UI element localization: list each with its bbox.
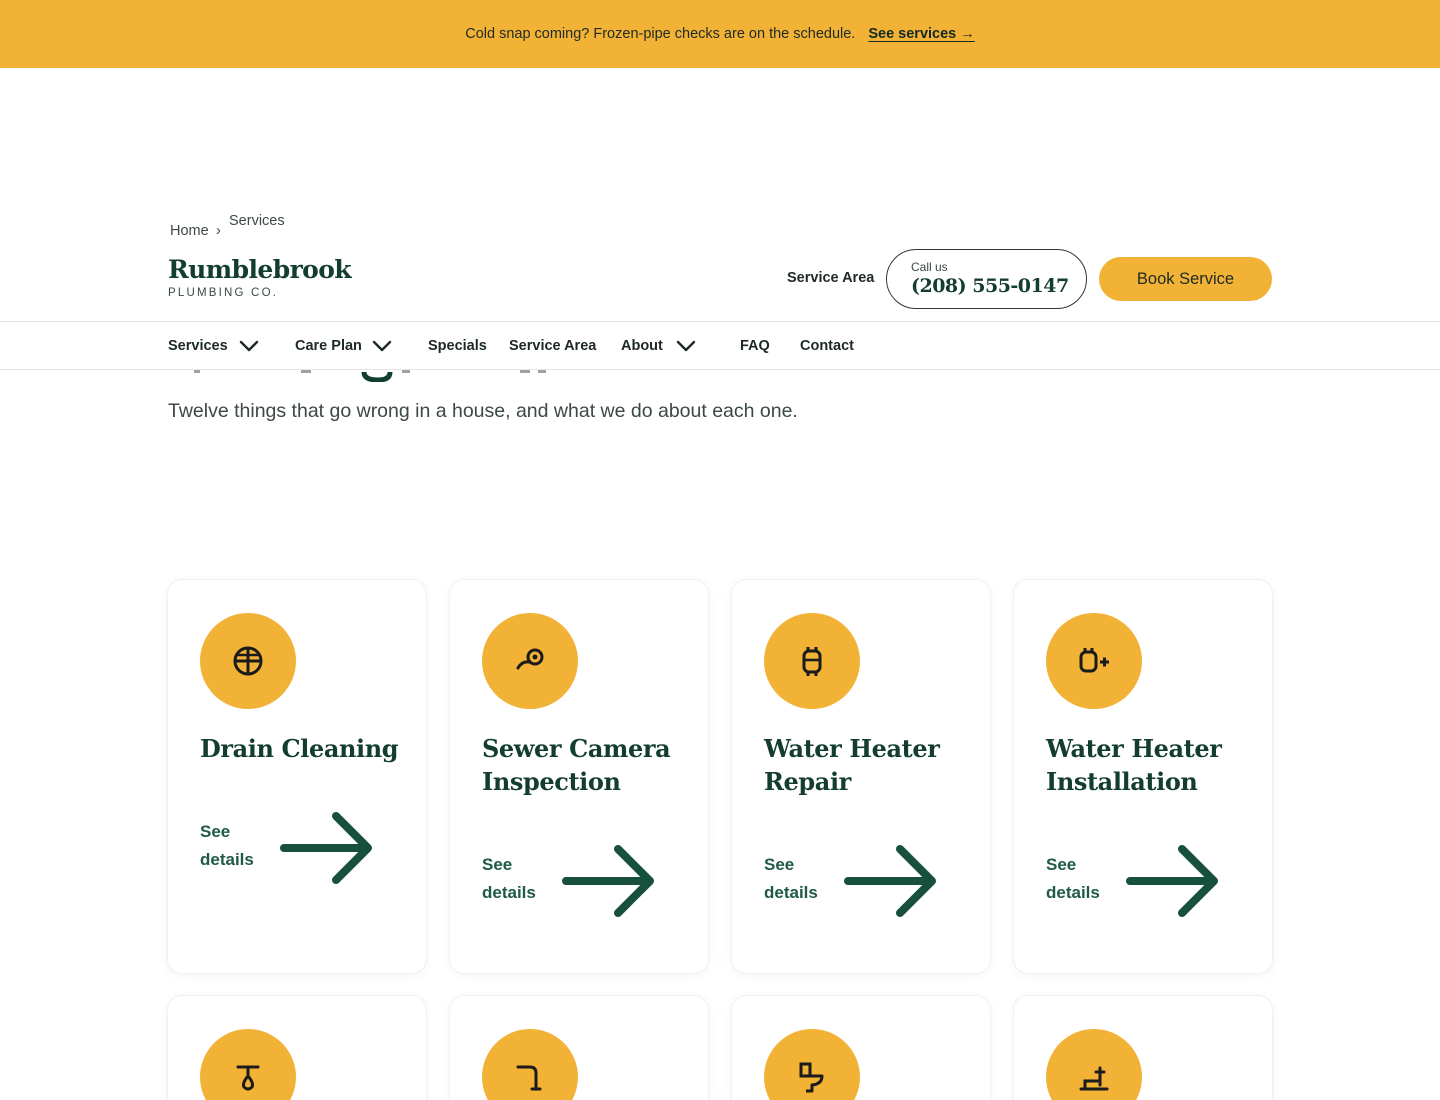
water-heater-icon — [802, 647, 822, 676]
see-details-link[interactable]: See details — [200, 812, 390, 898]
service-card-water-heater-installation[interactable]: Water Heater Installation See details — [1014, 580, 1272, 973]
brand-logo[interactable]: Rumblebrook PLUMBING CO. — [168, 255, 352, 299]
promo-bar: Cold snap coming? Frozen-pipe checks are… — [0, 0, 1440, 68]
nav-item-service-area[interactable]: Service Area — [509, 338, 596, 354]
pipe-icon — [516, 1065, 542, 1091]
toilet-icon — [799, 1062, 824, 1093]
see-details-label: See details — [1046, 855, 1100, 902]
see-details-label: See details — [764, 855, 818, 902]
page-heading-clipped — [194, 370, 546, 382]
promo-see-services-link[interactable]: See services → — [868, 26, 974, 42]
nav-item-care-plan[interactable]: Care Plan — [295, 338, 362, 354]
nav-item-faq[interactable]: FAQ — [740, 338, 770, 354]
drain-icon — [233, 646, 263, 676]
see-details-link[interactable]: See details — [482, 845, 672, 931]
service-card[interactable] — [168, 996, 426, 1100]
service-card-title: Drain Cleaning — [200, 734, 399, 763]
nav-item-contact[interactable]: Contact — [800, 338, 854, 354]
water-heater-add-icon — [1079, 648, 1109, 673]
promo-text: Cold snap coming? Frozen-pipe checks are… — [465, 26, 856, 42]
arrow-right-icon — [844, 845, 936, 917]
page-subtitle: Twelve things that go wrong in a house, … — [168, 400, 798, 422]
chevron-down-icon[interactable] — [239, 339, 259, 353]
brand-tagline: PLUMBING CO. — [168, 287, 279, 299]
phone-number: (208) 555-0147 — [911, 275, 1069, 297]
see-details-label: See details — [482, 855, 536, 902]
camera-icon — [516, 648, 544, 670]
service-card-sewer-camera-inspection[interactable]: Sewer Camera Inspection See details — [450, 580, 708, 973]
service-card-title: Water Heater Repair — [764, 734, 940, 796]
service-card[interactable] — [1014, 996, 1272, 1100]
brand-name: Rumblebrook — [168, 255, 352, 284]
service-card-title: Sewer Camera Inspection — [482, 734, 671, 796]
call-label: Call us — [911, 260, 948, 274]
service-card[interactable] — [732, 996, 990, 1100]
arrow-right-icon — [1126, 845, 1218, 917]
faucet-icon — [236, 1065, 260, 1091]
chevron-down-icon[interactable] — [676, 339, 696, 353]
fixture-install-icon — [1079, 1066, 1109, 1091]
header-service-area-link[interactable]: Service Area — [787, 270, 874, 286]
chevron-down-icon[interactable] — [372, 339, 392, 353]
call-us-button[interactable]: Call us (208) 555-0147 — [886, 249, 1087, 309]
breadcrumb-home-link[interactable]: Home — [170, 223, 209, 239]
service-card-drain-cleaning[interactable]: Drain Cleaning See details — [168, 580, 426, 973]
breadcrumb-current: Services — [229, 213, 285, 229]
breadcrumb-separator: › — [216, 223, 221, 239]
see-details-link[interactable]: See details — [764, 845, 954, 931]
see-details-link[interactable]: See details — [1046, 845, 1236, 931]
see-details-label: See details — [200, 822, 254, 869]
service-card[interactable] — [450, 996, 708, 1100]
arrow-right-icon — [562, 845, 654, 917]
arrow-right-icon — [280, 812, 372, 884]
nav-item-about[interactable]: About — [621, 338, 663, 354]
service-card-water-heater-repair[interactable]: Water Heater Repair See details — [732, 580, 990, 973]
nav-item-services[interactable]: Services — [168, 338, 228, 354]
book-service-button[interactable]: Book Service — [1099, 257, 1272, 301]
service-card-title: Water Heater Installation — [1046, 734, 1222, 796]
nav-item-specials[interactable]: Specials — [428, 338, 487, 354]
main-nav: Services Care Plan Specials Service Area… — [0, 321, 1440, 370]
